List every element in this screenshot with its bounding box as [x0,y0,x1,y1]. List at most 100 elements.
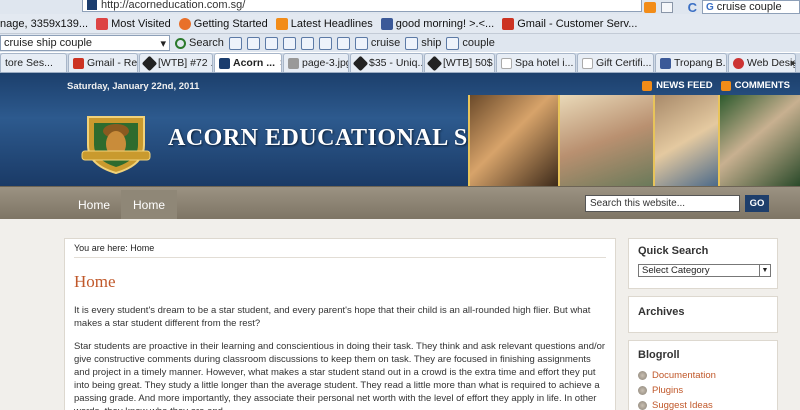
zoom-in-icon[interactable] [264,36,278,50]
query-word-button[interactable]: couple [446,36,495,50]
tab-gift-certificate[interactable]: Gift Certifi... [577,53,654,72]
bookmark-label: Gmail - Customer Serv... [517,17,638,30]
tab-label: $35 - Uniq... [369,57,423,69]
site-favicon [219,57,230,69]
tab-35-unique[interactable]: $35 - Uniq... [350,53,423,72]
find-icon [446,36,460,50]
tab-label: tore Ses... [5,57,53,69]
site-search-go-button[interactable]: GO [745,195,769,212]
news-feed-link[interactable]: NEWS FEED [642,80,713,91]
nav-home-active[interactable]: Home [121,190,178,219]
body-paragraph: Star students are proactive in their lea… [74,341,606,410]
close-icon[interactable]: × [280,57,281,69]
bookmark-item[interactable]: Gmail - Customer Serv... [502,17,638,30]
blogroll-widget: Blogroll Documentation Plugins Suggest I… [628,340,778,410]
bookmark-item[interactable]: good morning! >.<... [380,17,494,30]
tab-wtb-72[interactable]: [WTB] #72 ... [139,53,213,72]
comments-link[interactable]: COMMENTS [720,80,790,91]
query-word-button[interactable]: cruise [354,36,400,50]
tab-label: Spa hotel i... [515,57,574,69]
tab-label: Gift Certifi... [596,57,652,69]
toolbar-search-button[interactable]: Search [175,37,224,49]
search-icon [175,37,186,49]
video-icon[interactable] [318,36,332,50]
comments-label: COMMENTS [734,80,790,91]
diamond-icon [352,55,369,71]
tab-page-3[interactable]: page-3.jpg... [283,53,349,72]
tab-acorn[interactable]: Acorn ... × [214,53,282,72]
bookmark-label: Getting Started [193,17,268,30]
tab-web-design[interactable]: Web Desig... [728,53,796,72]
blogroll-label: Documentation [652,370,716,381]
find-icon [405,36,419,50]
header-photo [468,95,558,186]
facebook-icon [380,17,393,30]
chevron-down-icon[interactable]: ▼ [759,265,770,276]
rss-icon [720,80,731,91]
tab-restore-session[interactable]: tore Ses... [0,53,67,72]
bookmark-item[interactable]: Getting Started [178,17,268,30]
tab-gmail[interactable]: Gmail - Re... [68,53,138,72]
rss-icon[interactable] [643,1,656,13]
page-icon [501,57,512,69]
acorn-logo[interactable] [80,107,152,175]
tab-label: [WTB] #72 ... [158,57,212,69]
blogroll-label: Plugins [652,385,684,396]
page-icon[interactable] [300,36,314,50]
toolbar-search-value: cruise ship couple [4,37,93,49]
header-photo [558,95,653,186]
tab-tropang[interactable]: Tropang B... [655,53,727,72]
reload-icon[interactable]: C [688,0,697,15]
highlight-icon[interactable] [246,36,260,50]
bookmark-item[interactable]: Most Visited [96,17,171,30]
news-feed-label: NEWS FEED [656,80,713,91]
main-content: You are here: Home Home It is every stud… [64,238,616,410]
blogroll-title: Blogroll [638,349,680,361]
pen-icon[interactable] [336,36,350,50]
main-nav: Home Home Search this website... GO [0,186,800,219]
bookmark-label: nage, 3359x139... [0,17,89,30]
blogroll-link[interactable]: Plugins [638,383,768,398]
zoom-out-icon[interactable] [282,36,296,50]
tab-label: Web Desig... [747,57,795,69]
tab-spa-hotel[interactable]: Spa hotel i... [496,53,576,72]
address-text: http://acorneducation.com.sg/ [101,0,246,11]
intro-paragraph: It is every student's dream to be a star… [74,305,591,329]
rss-icon [275,17,288,30]
dropdown-icon[interactable] [660,1,673,13]
archives-title: Archives [638,306,685,318]
bookmark-item[interactable]: nage, 3359x139... [0,18,88,30]
options-icon[interactable] [228,36,242,50]
firefox-icon [178,17,191,30]
google-icon: G [706,1,714,13]
search-engine-box[interactable]: G cruise couple [702,0,800,14]
blogroll-link[interactable]: Documentation [638,368,768,383]
gmail-icon [73,57,84,69]
header-photo-collage [468,95,800,186]
site-favicon [87,0,97,10]
category-select[interactable]: Select Category ▼ [638,264,771,277]
category-select-value: Select Category [642,265,710,276]
tab-strip: tore Ses... Gmail - Re... [WTB] #72 ... … [0,53,800,73]
address-right-controls: C G cruise couple [643,0,800,15]
wordpress-icon [638,386,647,395]
nav-home[interactable]: Home [66,190,122,219]
address-row: http://acorneducation.com.sg/ C G cruise… [0,0,800,15]
search-toolbar: cruise ship couple ▾ Search cruise ship … [0,34,800,52]
query-word: couple [462,37,495,49]
tab-wtb-50[interactable]: [WTB] 50$ ... [424,53,495,72]
tab-label: Acorn ... [233,57,276,69]
header-photo [718,95,800,186]
bookmark-item[interactable]: Latest Headlines [275,17,373,30]
chevron-down-icon[interactable]: ▾ [160,37,166,50]
bookmark-label: Most Visited [111,17,171,30]
site-search-input[interactable]: Search this website... [585,195,740,212]
chevron-right-icon[interactable]: ▸ [790,56,796,69]
wordpress-icon [638,401,647,410]
blogroll-link[interactable]: Suggest Ideas [638,398,768,410]
diamond-icon [426,55,443,71]
query-word-button[interactable]: ship [405,36,441,50]
address-bar[interactable]: http://acorneducation.com.sg/ [82,0,642,12]
toolbar-search-input[interactable]: cruise ship couple ▾ [0,35,170,51]
tab-label: Tropang B... [674,57,727,69]
